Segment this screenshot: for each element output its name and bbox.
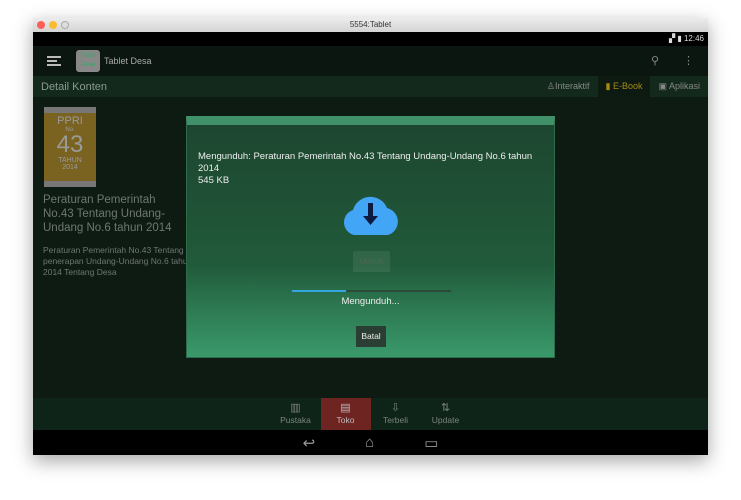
- tab-label: Aplikasi: [668, 81, 700, 91]
- nav-pustaka[interactable]: ▥ Pustaka: [271, 398, 321, 430]
- book-cover: PPRI No. 43 TAHUN 2014: [44, 107, 96, 187]
- cover-text: 43: [56, 131, 84, 158]
- book-icon: ▮: [605, 81, 613, 91]
- download-dialog: Mengunduh: Peraturan Pemerintah No.43 Te…: [186, 116, 555, 358]
- page-title: Detail Konten: [41, 80, 108, 93]
- window-titlebar: 5554:Tablet: [33, 18, 708, 32]
- minimize-window-button[interactable]: [49, 21, 57, 29]
- subheader: Detail Konten ♙Interaktif ▮ E-Book ▣ Apl…: [33, 76, 708, 97]
- status-bar: ▞ ▮ 12:46: [33, 32, 708, 46]
- cover-text: PPRI: [57, 115, 83, 127]
- book-description: Peraturan Pemerintah No.43 Tentang pener…: [43, 245, 193, 277]
- menu-icon[interactable]: [47, 56, 61, 66]
- window-title: 5554:Tablet: [349, 20, 392, 29]
- tab-aplikasi[interactable]: ▣ Aplikasi: [650, 76, 708, 97]
- file-size: 545 KB: [198, 175, 230, 186]
- book-title: Peraturan Pemerintah No.43 Tentang Undan…: [43, 194, 172, 234]
- nav-toko[interactable]: ▤ Toko: [320, 398, 371, 430]
- phone-icon: ▣: [658, 81, 669, 91]
- app-logo: Tablet Desa: [76, 50, 100, 72]
- tab-label: E-Book: [612, 81, 643, 91]
- bottom-nav: ▥ Pustaka ▤ Toko ⇩ Terbeli ⇅ Update: [33, 398, 708, 430]
- emulator-window: 5554:Tablet ▞ ▮ 12:46 Tablet Desa Tablet…: [33, 18, 708, 455]
- nav-label: Terbeli: [382, 415, 409, 425]
- cloud-download-icon: [344, 196, 398, 235]
- person-icon: ♙: [546, 81, 555, 91]
- cover-text: TAHUN: [58, 157, 82, 164]
- nav-update[interactable]: ⇅ Update: [421, 398, 471, 430]
- tab-interaktif[interactable]: ♙Interaktif: [539, 76, 598, 97]
- progress-fill: [292, 290, 347, 292]
- clock: 12:46: [683, 34, 704, 43]
- cancel-button[interactable]: Batal: [356, 326, 386, 347]
- book-open-icon: ▥: [290, 402, 301, 414]
- download-tray-icon: ⇩: [390, 402, 401, 414]
- nav-label: Pustaka: [280, 415, 311, 425]
- system-nav-bar: ↩ ⌂ ▭: [33, 430, 708, 455]
- tab-label: Interaktif: [554, 81, 590, 91]
- download-title: Mengunduh: Peraturan Pemerintah No.43 Te…: [198, 151, 533, 174]
- nav-terbeli[interactable]: ⇩ Terbeli: [371, 398, 421, 430]
- overflow-menu-icon[interactable]: ⋮: [683, 54, 694, 67]
- update-icon: ⇅: [440, 402, 451, 414]
- download-progress-bar: [292, 290, 451, 292]
- search-icon[interactable]: ⚲: [651, 54, 659, 67]
- home-icon[interactable]: ⌂: [365, 434, 374, 451]
- tab-ebook[interactable]: ▮ E-Book: [597, 76, 651, 97]
- progress-label: Mengunduh...: [341, 296, 400, 307]
- app-bar: Tablet Desa Tablet Desa ⚲ ⋮: [33, 46, 708, 76]
- download-button: Unduh: [353, 251, 390, 272]
- content-area: PPRI No. 43 TAHUN 2014 Peraturan Pemerin…: [33, 97, 708, 398]
- signal-icon: ▞ ▮: [668, 34, 684, 43]
- app-title: Tablet Desa: [104, 56, 152, 66]
- back-icon[interactable]: ↩: [303, 434, 316, 452]
- store-icon: ▤: [340, 402, 351, 414]
- recent-apps-icon[interactable]: ▭: [424, 434, 438, 452]
- nav-label: Toko: [336, 415, 355, 425]
- nav-label: Update: [431, 415, 460, 425]
- download-message: Mengunduh: Peraturan Pemerintah No.43 Te…: [198, 151, 548, 187]
- close-window-button[interactable]: [37, 21, 45, 29]
- zoom-window-button[interactable]: [61, 21, 69, 29]
- cover-text: 2014: [62, 164, 78, 171]
